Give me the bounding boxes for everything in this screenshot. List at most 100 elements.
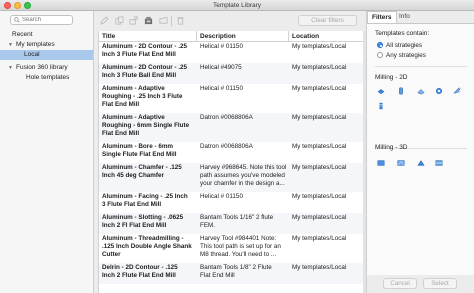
table-row[interactable]: Aluminum - Adaptive Roughing - .25 Inch 3… [99, 84, 363, 113]
row-title: Aluminum - Threadmilling - .125 Inch Doub… [99, 235, 196, 259]
row-description: Helical # 01150 [197, 193, 288, 201]
option-label: Any strategies [386, 52, 426, 59]
table-row[interactable]: Aluminum - Threadmilling - .125 Inch Doub… [99, 234, 363, 263]
templates-contain-label: Templates contain: [375, 30, 430, 37]
row-title-line: Roughing - 6mm Single Flute [102, 122, 190, 129]
row-location-line: My templates/Local [292, 164, 347, 171]
export-icon[interactable] [129, 16, 138, 25]
row-title-line: Inch 2 Fl Flat End Mill [102, 222, 167, 229]
table-row[interactable]: Aluminum - 2D Contour - .25 Inch 3 Flute … [99, 42, 363, 63]
row-location: My templates/Local [289, 64, 363, 72]
radio-selected-icon[interactable] [377, 42, 383, 48]
table-row[interactable]: Aluminum - Bore - 6mm Single Flute Flat E… [99, 142, 363, 163]
select-button[interactable]: Select [423, 278, 457, 289]
sidebar-item-label: Recent [12, 31, 33, 38]
row-description-line: Harvey #968645. Note this tool [200, 164, 287, 171]
row-description-line: Harvey Tool #984401 Note: [200, 235, 277, 242]
folder-icon[interactable] [159, 16, 168, 25]
row-title-line: Aluminum - Adaptive [102, 114, 165, 121]
row-description: Datron #0068806A [197, 114, 288, 122]
2d-pocket-icon[interactable] [397, 87, 405, 95]
clear-filters-button[interactable]: Clear filters [298, 15, 357, 26]
option-all-strategies[interactable]: All strategies [377, 42, 422, 50]
2d-contour-icon[interactable] [417, 87, 425, 95]
sidebar-item-label: Fusion 360 library [16, 64, 68, 71]
row-description-line: Datron #0068806A [200, 114, 253, 121]
row-title-line: Aluminum - Adaptive [102, 85, 165, 92]
minimize-window-button[interactable] [14, 2, 21, 9]
table-row[interactable]: Aluminum - Adaptive Roughing - 6mm Single… [99, 113, 363, 142]
row-location: My templates/Local [289, 214, 363, 222]
row-description: Harvey Tool #984401 Note: This tool path … [197, 235, 288, 259]
row-title-line: Aluminum - 2D Contour - .25 [102, 64, 188, 71]
search-input[interactable] [22, 16, 72, 24]
row-title-line: Aluminum - Threadmilling - [102, 235, 184, 242]
3d-parallel-icon[interactable] [435, 159, 443, 167]
maximize-window-button[interactable] [24, 2, 31, 9]
3d-contour-icon[interactable] [397, 159, 405, 167]
radio-unselected-icon[interactable] [377, 52, 383, 58]
row-title: Aluminum - Bore - 6mm Single Flute Flat E… [99, 143, 196, 159]
sidebar-item-my-templates[interactable]: ▼ My templates [8, 40, 55, 50]
column-header-location[interactable]: Location [289, 31, 363, 42]
row-description: Helical # 01150 [197, 85, 288, 93]
3d-pocket-icon[interactable] [417, 159, 425, 167]
table-row[interactable]: Aluminum - 2D Contour - .25 Inch 3 Flute … [99, 63, 363, 84]
row-location: My templates/Local [289, 164, 363, 172]
2d-adaptive-icon[interactable] [377, 87, 385, 95]
sidebar-item-local[interactable]: Local [0, 50, 93, 60]
column-header-title[interactable]: Title [99, 31, 197, 42]
slot-icon[interactable] [435, 87, 443, 95]
tab-filters[interactable]: Filters [367, 11, 397, 23]
row-description: Datron #0068806A [197, 143, 288, 151]
row-title-line: Delrin - 2D Contour - .125 [102, 264, 178, 271]
row-location-line: My templates/Local [292, 264, 347, 271]
row-title-line: Cutter [102, 251, 121, 258]
table-row[interactable]: Aluminum - Chamfer - .125 Inch 45 deg Cha… [99, 163, 363, 192]
duplicate-icon[interactable] [115, 16, 124, 25]
row-title-line: Inch 45 deg Chamfer [102, 172, 164, 179]
row-title-line: Inch 3 Flute Flat End Mill [102, 51, 176, 58]
option-any-strategies[interactable]: Any strategies [377, 52, 426, 60]
column-header-description[interactable]: Description [197, 31, 289, 42]
row-location: My templates/Local [289, 264, 363, 272]
3d-adaptive-icon[interactable] [377, 159, 385, 167]
delete-icon[interactable] [176, 16, 185, 25]
row-description-line: Bantam Tools 1/8" 2 Flute [200, 264, 272, 271]
sidebar-item-label: My templates [16, 41, 55, 48]
row-title-line: 3 Flute Flat End Mill [102, 201, 162, 208]
row-description-line: Helical # 01150 [200, 43, 243, 50]
thread-icon[interactable] [377, 102, 385, 110]
row-title: Aluminum - Adaptive Roughing - 6mm Single… [99, 114, 196, 138]
row-title: Aluminum - 2D Contour - .25 Inch 3 Flute … [99, 43, 196, 59]
row-location-line: My templates/Local [292, 235, 347, 242]
row-title: Aluminum - 2D Contour - .25 Inch 3 Flute … [99, 64, 196, 80]
chevron-down-icon[interactable]: ▼ [8, 63, 16, 73]
row-description-line: FEM. [200, 222, 216, 229]
search-box[interactable] [10, 15, 73, 25]
toolbar: Clear filters [95, 11, 363, 31]
chevron-down-icon[interactable]: ▼ [8, 40, 16, 50]
sidebar-item-recent[interactable]: Recent [12, 30, 33, 40]
close-window-button[interactable] [4, 2, 11, 9]
row-description-line: Flat End Mill [200, 272, 235, 279]
filters-body: Templates contain: All strategies Any st… [367, 23, 474, 275]
sidebar-item-label: Hole templates [26, 74, 70, 81]
cancel-button[interactable]: Cancel [383, 278, 417, 289]
sidebar-item-fusion-library[interactable]: ▼ Fusion 360 library [8, 63, 68, 73]
row-description-line: path assumes you've modeled [200, 172, 285, 179]
row-title: Aluminum - Adaptive Roughing - .25 Inch 3… [99, 85, 196, 109]
table-row[interactable]: Aluminum - Slotting - .0625 Inch 2 Fl Fla… [99, 213, 363, 234]
trace-icon[interactable] [453, 87, 461, 95]
table-row[interactable]: Delrin - 2D Contour - .125 Inch 2 Flute F… [99, 263, 363, 284]
title-bar: Template Library [0, 0, 474, 11]
row-location-line: My templates/Local [292, 114, 347, 121]
tab-info[interactable]: Info [395, 11, 414, 23]
sidebar-item-hole-templates[interactable]: Hole templates [26, 73, 69, 83]
new-template-icon[interactable] [100, 16, 109, 25]
row-location-line: My templates/Local [292, 85, 347, 92]
row-description: Helical # 01150 [197, 43, 288, 51]
table-row[interactable]: Aluminum - Facing - .25 Inch 3 Flute Flat… [99, 192, 363, 213]
row-title: Aluminum - Facing - .25 Inch 3 Flute Flat… [99, 193, 196, 209]
import-icon[interactable] [144, 16, 153, 25]
